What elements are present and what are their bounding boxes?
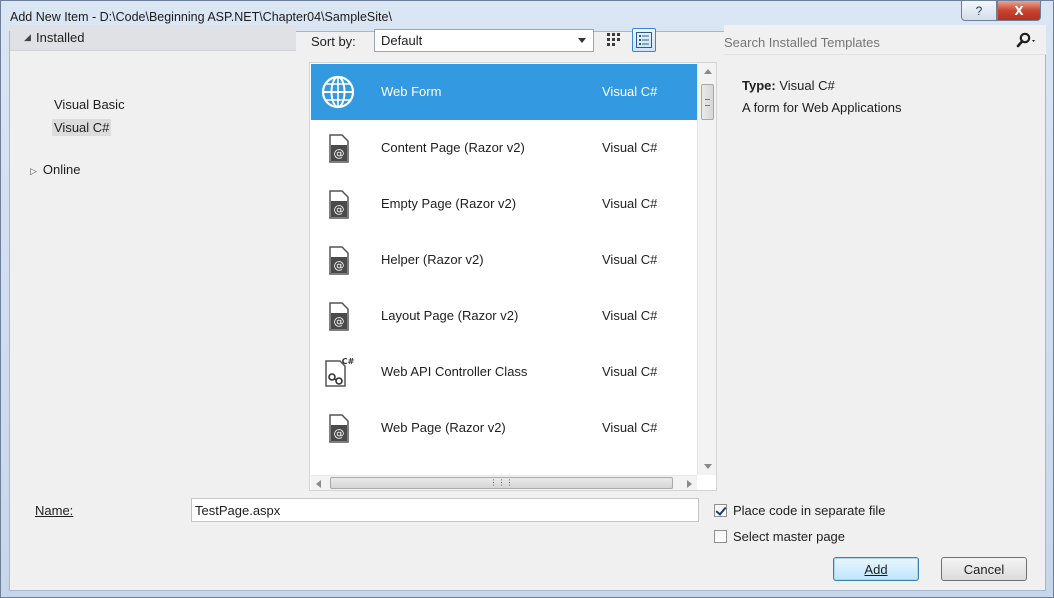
template-row-empty-page[interactable]: @ Empty Page (Razor v2) Visual C# (311, 176, 697, 232)
tree-node-installed-label: Installed (36, 30, 85, 45)
csharp-class-icon: C# (325, 357, 355, 387)
place-code-label: Place code in separate file (733, 503, 886, 518)
master-page-label: Select master page (733, 529, 846, 544)
sort-by-dropdown[interactable]: Default (374, 29, 594, 52)
place-code-checkbox[interactable] (714, 504, 727, 517)
template-language: Visual C# (602, 140, 658, 155)
template-row-content-page[interactable]: @ Content Page (Razor v2) Visual C# (311, 120, 697, 176)
svg-text:@: @ (334, 203, 345, 216)
template-language: Visual C# (602, 420, 658, 435)
name-field[interactable] (191, 498, 699, 522)
window-title: Add New Item - D:\Code\Beginning ASP.NET… (10, 10, 392, 24)
close-button[interactable]: X (997, 1, 1041, 21)
add-button[interactable]: Add (833, 557, 919, 581)
vertical-scroll-thumb[interactable] (701, 84, 714, 120)
template-row-web-api-controller[interactable]: C# Web API Controller Class Visual C# (311, 344, 697, 400)
collapsed-arrow-icon[interactable]: ▷ (30, 166, 37, 176)
place-code-option[interactable]: Place code in separate file (714, 503, 885, 518)
details-view-button[interactable] (632, 28, 656, 52)
template-description: A form for Web Applications (742, 100, 902, 115)
search-templates-input[interactable] (724, 32, 1004, 52)
template-row-web-page[interactable]: @ Web Page (Razor v2) Visual C# (311, 400, 697, 456)
medium-icons-view-button[interactable] (602, 28, 626, 52)
expanded-arrow-icon[interactable]: ◢ (24, 32, 31, 43)
add-button-label: Add (864, 561, 888, 577)
template-list-vertical-scrollbar[interactable] (697, 63, 716, 475)
sort-by-value: Default (381, 33, 423, 48)
template-language: Visual C# (602, 364, 658, 379)
name-label: Name: (35, 503, 73, 518)
svg-text:@: @ (334, 259, 345, 272)
template-rows: Web Form Visual C# @ Content Page (Razor… (311, 64, 697, 476)
master-page-option[interactable]: Select master page (714, 529, 845, 544)
template-language: Visual C# (602, 252, 658, 267)
template-row-helper[interactable]: @ Helper (Razor v2) Visual C# (311, 232, 697, 288)
cancel-button-label: Cancel (963, 561, 1005, 577)
cancel-button[interactable]: Cancel (941, 557, 1027, 581)
template-name: Layout Page (Razor v2) (381, 308, 519, 323)
tree-item-visual-csharp[interactable]: Visual C# (52, 119, 112, 136)
grid-view-icon (607, 33, 620, 46)
razor-page-icon: @ (329, 190, 349, 219)
sort-by-label: Sort by: (311, 34, 356, 49)
close-icon: X (1014, 3, 1024, 18)
template-type-value: Visual C# (779, 78, 835, 93)
template-type: Type: Visual C# (742, 78, 835, 93)
template-name: Content Page (Razor v2) (381, 140, 525, 155)
master-page-checkbox[interactable] (714, 530, 727, 543)
list-view-icon (636, 32, 652, 48)
template-name: Web Form (381, 84, 442, 99)
template-list-horizontal-scrollbar[interactable]: ⋮⋮⋮ (311, 475, 697, 490)
template-type-label: Type: (742, 78, 776, 93)
svg-text:@: @ (334, 315, 345, 328)
scroll-down-arrow-icon[interactable] (704, 464, 712, 469)
scroll-up-arrow-icon[interactable] (704, 69, 712, 74)
template-name: Helper (Razor v2) (381, 252, 484, 267)
tree-node-online-label: Online (42, 162, 81, 177)
scroll-right-arrow-icon[interactable] (687, 480, 692, 488)
search-icon[interactable] (1016, 32, 1038, 50)
template-row-web-form[interactable]: Web Form Visual C# (311, 64, 697, 120)
svg-text:@: @ (334, 147, 345, 160)
template-language: Visual C# (602, 308, 658, 323)
template-name: Web API Controller Class (381, 364, 528, 379)
help-icon: ? (975, 3, 983, 18)
svg-text:C#: C# (342, 357, 355, 366)
name-label-text: Name: (35, 503, 74, 518)
dropdown-arrow-icon (578, 38, 586, 43)
template-name: Empty Page (Razor v2) (381, 196, 517, 211)
template-list: Web Form Visual C# @ Content Page (Razor… (309, 62, 717, 491)
template-row-layout-page[interactable]: @ Layout Page (Razor v2) Visual C# (311, 288, 697, 344)
razor-page-icon: @ (329, 414, 349, 443)
template-name: Web Page (Razor v2) (381, 420, 506, 435)
help-button[interactable]: ? (961, 1, 997, 21)
tree-item-visual-basic[interactable]: Visual Basic (54, 97, 125, 112)
horizontal-scroll-thumb[interactable]: ⋮⋮⋮ (330, 477, 673, 489)
add-new-item-dialog: Add New Item - D:\Code\Beginning ASP.NET… (0, 0, 1054, 598)
template-language: Visual C# (602, 196, 658, 211)
razor-page-icon: @ (329, 246, 349, 275)
template-language: Visual C# (602, 84, 658, 99)
svg-text:@: @ (334, 427, 345, 440)
globe-icon (321, 75, 355, 109)
razor-page-icon: @ (329, 302, 349, 331)
scroll-left-arrow-icon[interactable] (316, 480, 321, 488)
template-category-tree: ◢ Installed Visual Basic Visual C# ▷ Onli… (10, 25, 296, 465)
razor-page-icon: @ (329, 134, 349, 163)
tree-node-installed[interactable]: ◢ Installed (10, 25, 296, 51)
tree-node-online[interactable]: ▷ Online (30, 162, 81, 177)
